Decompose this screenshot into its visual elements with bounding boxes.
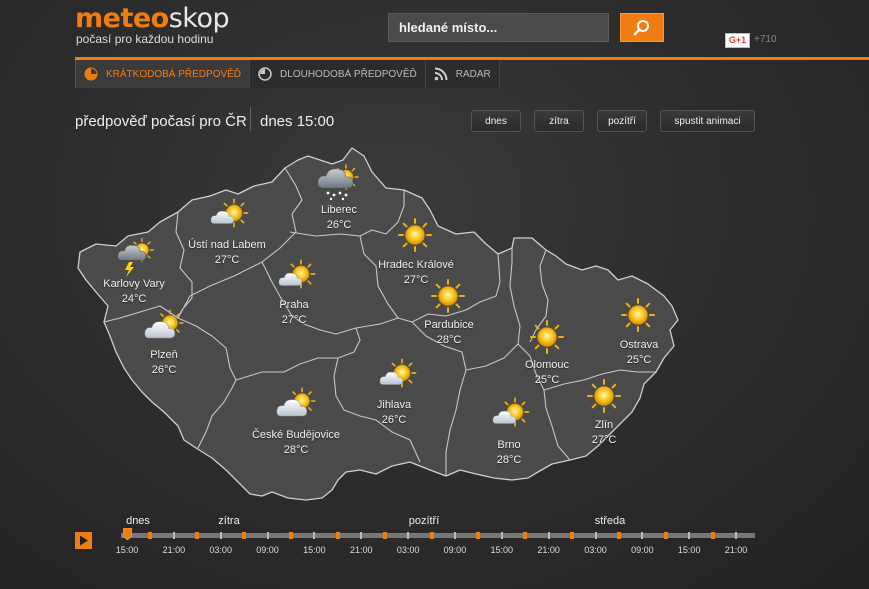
- timeline-track[interactable]: [121, 533, 755, 538]
- city-temp: 26°C: [151, 364, 177, 376]
- timeline-handle[interactable]: [123, 528, 132, 540]
- timeline-tick: [288, 532, 293, 539]
- play-icon: [80, 535, 88, 546]
- timeline-hour-label[interactable]: 21:00: [537, 545, 560, 555]
- sun-icon: [530, 320, 564, 354]
- timeline-tick: [148, 532, 153, 539]
- city-name: Liberec: [320, 204, 358, 216]
- timeline-tick: [313, 532, 316, 539]
- timeline-tick: [500, 532, 503, 539]
- city-usti-nad-labem[interactable]: Ústí nad Labem 27°C: [188, 238, 266, 268]
- city-name: Ústí nad Labem: [188, 239, 266, 251]
- city-name: Olomouc: [524, 359, 570, 371]
- timeline-hour-label[interactable]: 15:00: [678, 545, 701, 555]
- city-jihlava[interactable]: Jihlava 26°C: [377, 398, 411, 428]
- timeline-tick: [453, 532, 456, 539]
- timeline-hour-label[interactable]: 03:00: [397, 545, 420, 555]
- city-temp: 25°C: [534, 374, 560, 386]
- timeline-tick: [547, 532, 550, 539]
- city-temp: 28°C: [283, 444, 309, 456]
- timeline-hour-label[interactable]: 09:00: [444, 545, 467, 555]
- sun-icon: [621, 298, 655, 332]
- timeline-hour-label[interactable]: 21:00: [725, 545, 748, 555]
- city-name: Pardubice: [424, 319, 474, 331]
- play-button[interactable]: [75, 532, 92, 549]
- city-temp: 28°C: [496, 454, 522, 466]
- city-temp: 27°C: [281, 314, 307, 326]
- timeline-tick: [663, 532, 668, 539]
- city-temp: 27°C: [403, 274, 429, 286]
- city-ceske-budejovice[interactable]: České Budějovice 28°C: [252, 428, 340, 458]
- timeline-tick: [476, 532, 481, 539]
- city-temp: 25°C: [626, 354, 652, 366]
- timeline-tick: [407, 532, 410, 539]
- timeline-day-label[interactable]: středa: [595, 515, 626, 527]
- city-olomouc[interactable]: Olomouc 25°C: [525, 358, 569, 388]
- timeline-tick: [219, 532, 222, 539]
- city-pardubice[interactable]: Pardubice 28°C: [424, 318, 474, 348]
- timeline-tick: [335, 532, 340, 539]
- city-name: Plzeň: [150, 349, 178, 361]
- timeline-day-label[interactable]: pozítří: [409, 515, 440, 527]
- timeline-day-label[interactable]: zítra: [218, 515, 239, 527]
- timeline-hour-label[interactable]: 21:00: [163, 545, 186, 555]
- timeline-hour-label[interactable]: 15:00: [116, 545, 139, 555]
- timeline-hour-label[interactable]: 09:00: [256, 545, 279, 555]
- city-plzen[interactable]: Plzeň 26°C: [150, 348, 178, 378]
- timeline-tick: [429, 532, 434, 539]
- timeline-tick: [641, 532, 644, 539]
- timeline-tick: [523, 532, 528, 539]
- timeline-hour-label[interactable]: 15:00: [303, 545, 326, 555]
- timeline-tick: [242, 532, 247, 539]
- timeline-tick: [172, 532, 175, 539]
- city-karlovy-vary[interactable]: Karlovy Vary 24°C: [103, 277, 165, 307]
- city-temp: 27°C: [214, 254, 240, 266]
- city-name: Hradec Králové: [378, 259, 454, 271]
- timeline-tick: [594, 532, 597, 539]
- timeline-hour-label[interactable]: 15:00: [491, 545, 514, 555]
- sun-icon: [587, 379, 621, 413]
- city-name: České Budějovice: [251, 429, 341, 441]
- timeline-hour-label[interactable]: 03:00: [584, 545, 607, 555]
- timeline-day-label[interactable]: dnes: [126, 515, 150, 527]
- city-zlin[interactable]: Zlín 27°C: [592, 418, 617, 448]
- city-name: Jihlava: [376, 399, 412, 411]
- city-temp: 27°C: [591, 434, 617, 446]
- timeline-hour-label[interactable]: 09:00: [631, 545, 654, 555]
- timeline-tick: [360, 532, 363, 539]
- city-ostrava[interactable]: Ostrava 25°C: [620, 338, 659, 368]
- city-name: Praha: [279, 299, 309, 311]
- timeline-tick: [688, 532, 691, 539]
- city-temp: 26°C: [326, 219, 352, 231]
- timeline-tick: [570, 532, 575, 539]
- city-name: Karlovy Vary: [103, 278, 165, 290]
- timeline-tick: [266, 532, 269, 539]
- city-praha[interactable]: Praha 27°C: [279, 298, 308, 328]
- city-name: Zlín: [594, 419, 614, 431]
- timeline-tick: [382, 532, 387, 539]
- timeline-tick: [710, 532, 715, 539]
- timeline-hour-label[interactable]: 03:00: [209, 545, 232, 555]
- sun-icon: [398, 218, 432, 252]
- city-brno[interactable]: Brno 28°C: [497, 438, 522, 468]
- timeline-tick: [735, 532, 738, 539]
- timeline-hour-label[interactable]: 21:00: [350, 545, 373, 555]
- city-temp: 26°C: [381, 414, 407, 426]
- city-liberec[interactable]: Liberec 26°C: [321, 203, 357, 233]
- city-temp: 24°C: [121, 293, 147, 305]
- city-name: Brno: [497, 439, 521, 451]
- city-hradec-kralove[interactable]: Hradec Králové 27°C: [378, 258, 454, 288]
- city-temp: 28°C: [436, 334, 462, 346]
- timeline-tick: [195, 532, 200, 539]
- city-name: Ostrava: [619, 339, 659, 351]
- timeline-tick: [616, 532, 621, 539]
